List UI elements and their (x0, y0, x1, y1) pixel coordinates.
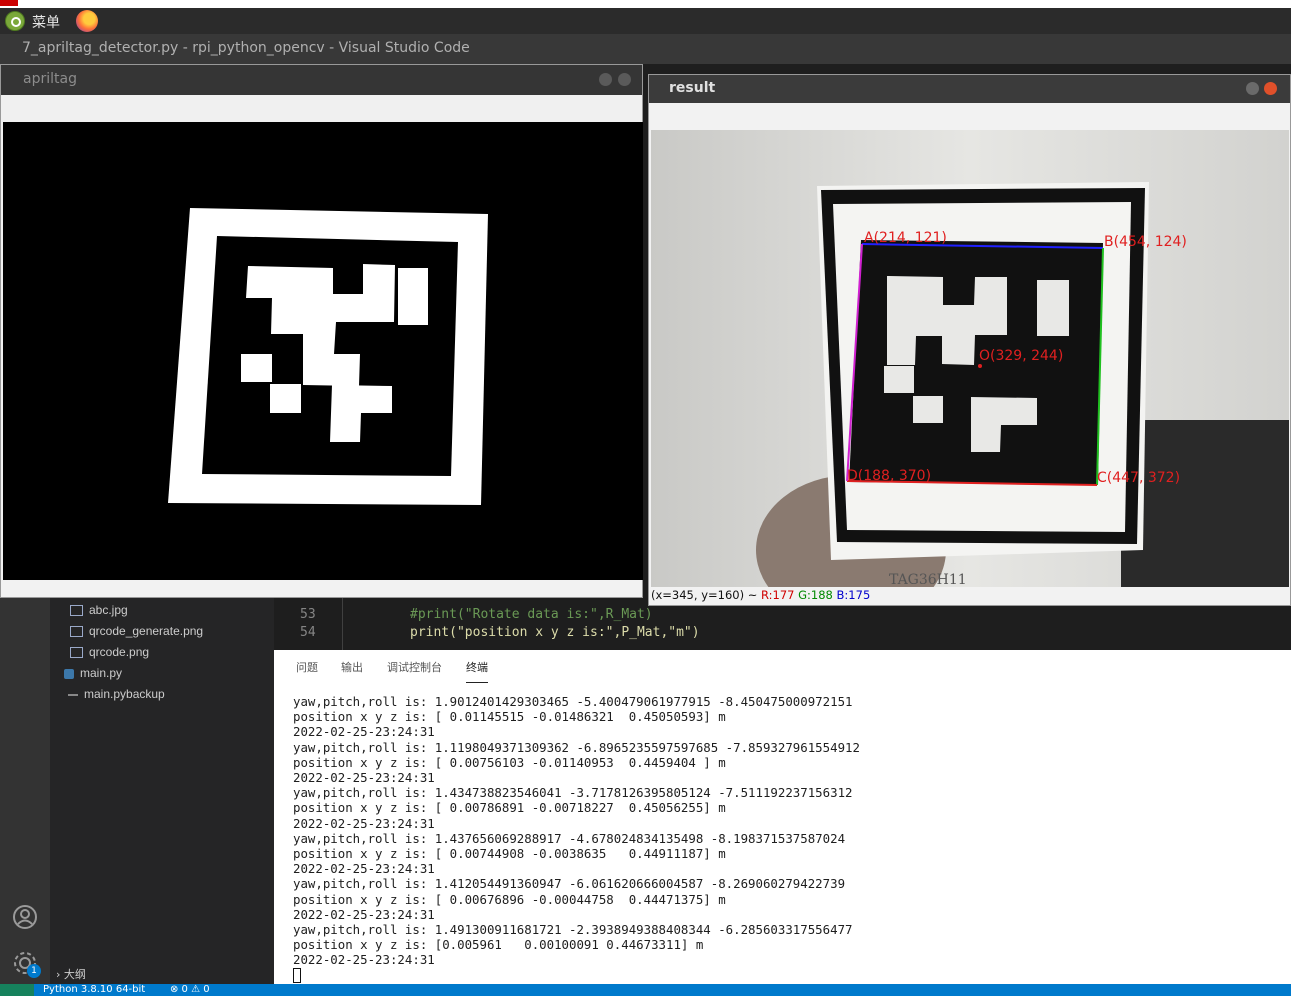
pixel-green-value: G:188 (798, 588, 833, 602)
close-icon[interactable] (1264, 82, 1277, 95)
file-name: qrcode.png (89, 645, 150, 659)
apriltag-toolbar (1, 95, 642, 122)
pixel-red-value: R:177 (761, 588, 795, 602)
apriltag-titlebar[interactable]: apriltag (1, 65, 642, 95)
python-file-icon (64, 668, 74, 679)
file-qrcode-png[interactable]: qrcode.png (70, 645, 149, 665)
tab-output[interactable]: 输出 (341, 659, 363, 675)
terminal-line: 2022-02-25-23:24:31 (293, 770, 435, 786)
top-edge-marker (0, 0, 18, 6)
ubuntu-menu-icon[interactable] (5, 11, 25, 31)
corner-label-b: B(454, 124) (1104, 234, 1187, 250)
terminal-line: 2022-02-25-23:24:31 (293, 815, 435, 831)
outline-section[interactable]: › 大纲 (56, 966, 86, 982)
vscode-window-title: 7_apriltag_detector.py - rpi_python_open… (22, 40, 470, 56)
editor-line: 54 print("position x y z is:",P_Mat,"m") (300, 625, 700, 640)
terminal-line: yaw,pitch,roll is: 1.434738823546041 -3.… (293, 785, 853, 801)
corner-label-a: A(214, 121) (864, 230, 947, 246)
pixel-blue-value: B:175 (836, 588, 871, 602)
terminal-line: yaw,pitch,roll is: 1.437656069288917 -4.… (293, 830, 846, 846)
terminal-line: yaw,pitch,roll is: 1.491300911681721 -2.… (293, 922, 853, 938)
image-file-icon (70, 647, 83, 659)
python-interpreter[interactable]: Python 3.8.10 64-bit (43, 984, 145, 995)
account-icon[interactable] (12, 904, 38, 930)
status-bar: Python 3.8.10 64-bit ⊗ 0 ⚠ 0 (0, 984, 1291, 996)
minimize-icon[interactable] (1246, 82, 1259, 95)
file-main-pybackup[interactable]: main.pybackup (68, 687, 165, 707)
terminal-line: yaw,pitch,roll is: 1.412054491360947 -6.… (293, 876, 846, 892)
editor-line: 53 #print("Rotate data is:",R_Mat) (300, 607, 653, 622)
chevron-right-icon: › (56, 968, 64, 981)
tag-caption: TAG36H11 (889, 572, 967, 587)
result-window: result A(214, 121) B(454, 124) O(329, 24… (648, 74, 1291, 606)
panel-tabs: 问题 输出 调试控制台 终端 (274, 650, 1291, 683)
terminal-line: position x y z is: [ 0.00744908 -0.00386… (293, 846, 726, 862)
apriltag-window-title: apriltag (23, 71, 77, 87)
corner-label-c: C(447, 372) (1097, 470, 1181, 486)
result-window-title: result (669, 80, 716, 96)
menu-label[interactable]: 菜单 (32, 12, 60, 32)
file-qrcode-generate-png[interactable]: qrcode_generate.png (70, 624, 203, 644)
minimize-icon[interactable] (599, 73, 612, 86)
tab-problems[interactable]: 问题 (296, 659, 318, 675)
terminal-line: position x y z is: [ 0.00756103 -0.01140… (293, 754, 726, 770)
apriltag-image (3, 122, 643, 580)
settings-badge: 1 (27, 964, 41, 978)
line-code: #print("Rotate data is:",R_Mat) (410, 607, 653, 622)
line-code: print("position x y z is:",P_Mat,"m") (410, 625, 700, 640)
terminal-cursor (293, 968, 301, 983)
system-panel: 菜单 (0, 8, 1291, 34)
remote-indicator[interactable] (0, 984, 34, 996)
tab-terminal[interactable]: 终端 (466, 659, 488, 683)
terminal-line: yaw,pitch,roll is: 1.9012401429303465 -5… (293, 694, 853, 709)
file-name: abc.jpg (89, 603, 128, 617)
apriltag-window: apriltag (0, 64, 643, 598)
backup-file-icon (68, 693, 78, 696)
file-name: qrcode_generate.png (89, 624, 204, 638)
corner-label-d: D(188, 370) (847, 468, 932, 484)
pixel-info-bar: (x=345, y=160) ~ R:177 G:188 B:175 (651, 588, 870, 602)
top-edge-strip (0, 0, 1291, 8)
file-main-py[interactable]: main.py (64, 666, 122, 686)
file-name: main.pybackup (84, 687, 165, 701)
terminal-output: yaw,pitch,roll is: 1.9012401429303465 -5… (293, 694, 860, 968)
tab-debug-console[interactable]: 调试控制台 (387, 659, 442, 675)
file-name: main.py (80, 666, 123, 680)
terminal-line: 2022-02-25-23:24:31 (293, 952, 435, 968)
vscode-titlebar: 7_apriltag_detector.py - rpi_python_open… (0, 34, 1291, 64)
firefox-icon[interactable] (76, 10, 98, 32)
terminal-line: 2022-02-25-23:24:31 (293, 906, 435, 922)
terminal-line: position x y z is: [ 0.01145515 -0.01486… (293, 709, 726, 725)
line-number: 53 (300, 607, 316, 622)
line-number: 54 (300, 625, 316, 640)
result-titlebar[interactable]: result (649, 75, 1290, 103)
indent-guide (342, 594, 343, 650)
terminal-line: position x y z is: [0.005961 0.00100091 … (293, 937, 704, 953)
terminal-line: 2022-02-25-23:24:31 (293, 724, 435, 740)
close-icon[interactable] (618, 73, 631, 86)
problems-count[interactable]: ⊗ 0 ⚠ 0 (170, 984, 210, 995)
image-file-icon (70, 626, 83, 638)
image-file-icon (70, 605, 83, 617)
terminal-panel[interactable]: 问题 输出 调试控制台 终端 yaw,pitch,roll is: 1.9012… (274, 650, 1291, 984)
terminal-line: position x y z is: [ 0.00676896 -0.00044… (293, 891, 726, 907)
outline-label: 大纲 (63, 968, 86, 981)
terminal-line: yaw,pitch,roll is: 1.1198049371309362 -6… (293, 739, 860, 755)
file-abc-jpg[interactable]: abc.jpg (70, 603, 128, 623)
terminal-line: position x y z is: [ 0.00786891 -0.00718… (293, 800, 726, 816)
terminal-line: 2022-02-25-23:24:31 (293, 861, 435, 877)
pixel-coordinates: (x=345, y=160) ~ (651, 588, 758, 602)
camera-frame: A(214, 121) B(454, 124) O(329, 244) D(18… (651, 130, 1289, 587)
center-label-o: O(329, 244) (979, 348, 1064, 364)
